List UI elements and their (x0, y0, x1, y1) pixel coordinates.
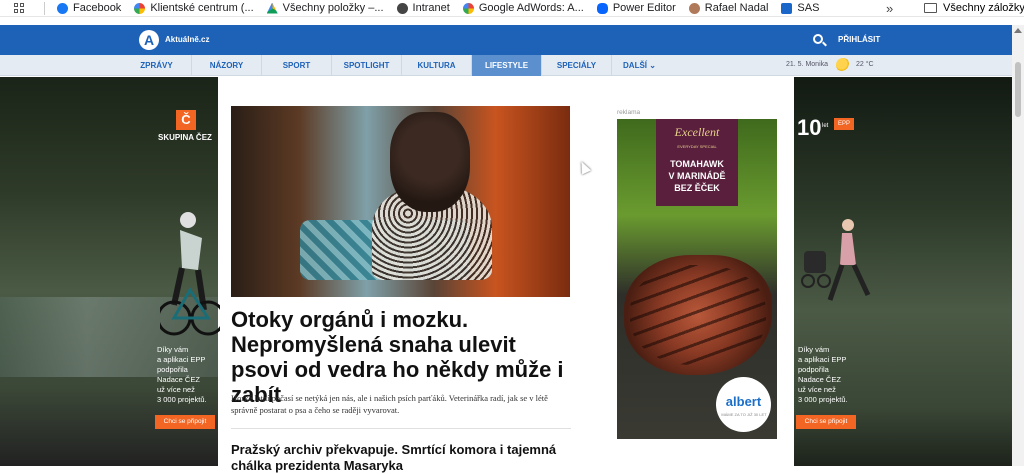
nav-temperature: 22 °C (856, 61, 874, 68)
runner-illustration (801, 219, 871, 301)
epp-badge: EPP (834, 118, 854, 130)
ad-right-copy: Díky vám a aplikaci EPP podpořila Nadace… (798, 345, 848, 404)
bookmark-sas[interactable]: SAS (781, 2, 819, 14)
ad-albert-title: TOMAHAWK V MARINÁDĚ BEZ ĚČEK (668, 159, 726, 193)
bookmark-label: Všechny položky –... (282, 2, 384, 14)
bookmark-label: Rafael Nadal (704, 2, 769, 14)
nav-item-specialy[interactable]: SPECIÁLY (542, 55, 612, 76)
bookmarks-bar: Facebook Klientské centrum (... Všechny … (0, 0, 1024, 17)
drive-icon (266, 2, 278, 14)
bookmark-label: Power Editor (612, 2, 676, 14)
ad-left-cta-button[interactable]: Chci se připojit (155, 415, 215, 429)
nav-item-dalsi-label: DALŠÍ (623, 61, 648, 70)
bookmark-label: SAS (797, 2, 820, 14)
bookmark-label: Klientské centrum (... (150, 2, 254, 14)
avatar-icon (688, 2, 700, 14)
search-icon[interactable] (813, 34, 823, 44)
bookmark-vsechny-polozky[interactable]: Všechny položky –... (266, 2, 384, 14)
sas-icon (781, 2, 793, 14)
albert-logo-sub: MÁME ZA TO JIŽ 30 LET (721, 412, 767, 417)
scrollbar-thumb[interactable] (1015, 62, 1021, 117)
meta-icon (596, 2, 608, 14)
scroll-up-arrow-icon[interactable] (1014, 28, 1022, 33)
nav-item-sport[interactable]: SPORT (262, 55, 332, 76)
all-bookmarks-folder[interactable]: Všechny záložky (924, 2, 1024, 14)
cez-brand: SKUPINA ČEZ (158, 133, 212, 142)
ad-right-number: 10 (797, 115, 822, 140)
grill-marks-shape (630, 265, 766, 365)
bookmark-facebook[interactable]: Facebook (57, 2, 121, 14)
cez-logo: Č (176, 110, 196, 130)
main-nav: ZPRÁVY NÁZORY SPORT SPOTLIGHT KULTURA LI… (0, 55, 1012, 76)
ad-right-small-text: let (822, 123, 829, 129)
bookmark-power-editor[interactable]: Power Editor (596, 2, 676, 14)
site-logo[interactable]: A (139, 30, 159, 50)
login-link[interactable]: PŘIHLÁSIT (838, 35, 880, 44)
bookmark-label: Intranet (412, 2, 450, 14)
chevron-down-icon: ⌄ (649, 61, 656, 70)
more-bookmarks-button[interactable]: » (886, 1, 893, 16)
ad-left-copy: Díky vám a aplikaci EPP podpořila Nadace… (157, 345, 207, 404)
article-divider (231, 428, 571, 429)
ad-label: reklama (617, 109, 641, 116)
google-icon (134, 2, 146, 14)
site-header: A Aktuálně.cz PŘIHLÁSIT (0, 25, 1012, 55)
nav-item-lifestyle[interactable]: LIFESTYLE (472, 55, 542, 76)
site-logo-text[interactable]: Aktuálně.cz (165, 35, 209, 44)
google-icon (462, 2, 474, 14)
second-article-headline[interactable]: Pražský archiv překvapuje. Smrtící komor… (231, 442, 571, 474)
albert-logo: albert (725, 394, 762, 409)
excellent-tagline: EVERYDAY SPECIAL (677, 144, 717, 149)
bookmarks-separator (44, 1, 45, 15)
globe-icon (396, 2, 408, 14)
apps-grid-icon[interactable] (14, 3, 24, 13)
bookmark-klientske-centrum[interactable]: Klientské centrum (... (134, 2, 254, 14)
bookmark-rafael-nadal[interactable]: Rafael Nadal (688, 2, 769, 14)
article-perex: Horké letní počasí se netýká jen nás, al… (231, 393, 548, 415)
bookmark-google-adwords[interactable]: Google AdWords: A... (462, 2, 584, 14)
nav-item-kultura[interactable]: KULTURA (402, 55, 472, 76)
sun-cloud-icon (836, 58, 850, 72)
nav-item-nazory[interactable]: NÁZORY (192, 55, 262, 76)
bookmark-intranet[interactable]: Intranet (396, 2, 450, 14)
facebook-icon (57, 2, 68, 14)
nav-date: 21. 5. Monika (786, 61, 829, 68)
bookmark-label: Google AdWords: A... (478, 2, 584, 14)
excellent-brand: Excellent (674, 125, 720, 139)
ad-right-cta-button[interactable]: Chci se připojit (796, 415, 856, 429)
mouse-cursor (576, 159, 592, 175)
cyclist-illustration (160, 212, 220, 336)
nav-item-spotlight[interactable]: SPOTLIGHT (332, 55, 402, 76)
dog-head-shape (390, 112, 470, 212)
nav-item-dalsi[interactable]: DALŠÍ ⌄ (612, 55, 667, 76)
folder-icon (924, 3, 937, 13)
bookmark-label: Facebook (73, 2, 122, 14)
nav-item-zpravy[interactable]: ZPRÁVY (122, 55, 192, 76)
all-bookmarks-label: Všechny záložky (943, 2, 1024, 14)
